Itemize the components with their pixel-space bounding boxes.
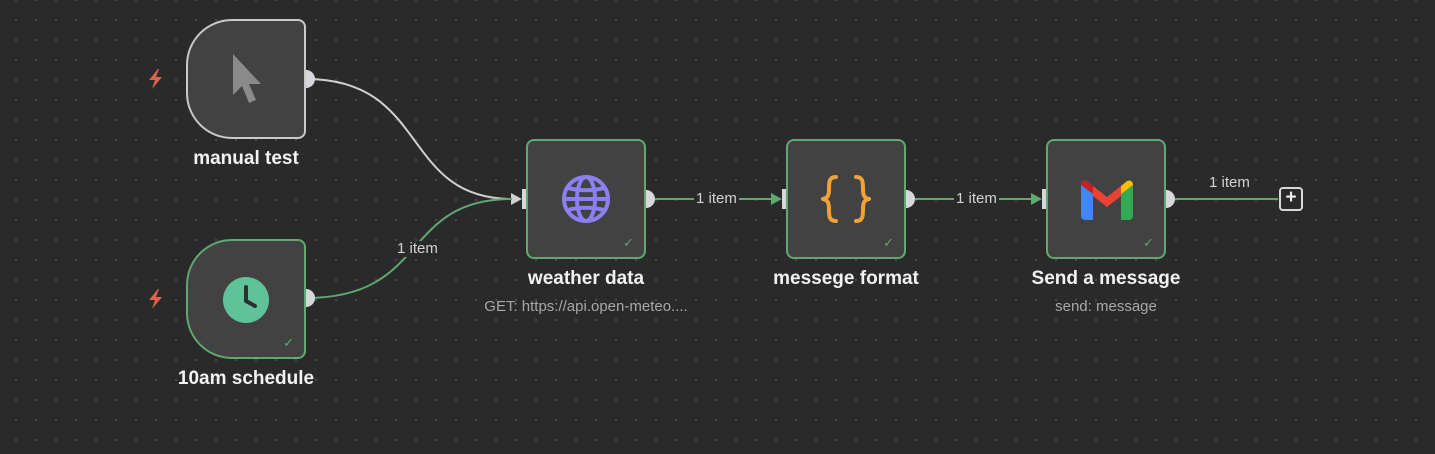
lightning-bolt-icon: [149, 289, 162, 309]
node-label-messege-format: messege format: [773, 268, 919, 289]
node-subtitle-send-a-message: send: message: [1055, 298, 1157, 315]
edge-label-weather-to-format: 1 item: [694, 190, 739, 207]
node-label-manual-test: manual test: [193, 148, 299, 169]
add-node-button[interactable]: +: [1279, 187, 1303, 211]
node-label-10am-schedule: 10am schedule: [177, 368, 315, 389]
node-10am-schedule[interactable]: ✓: [186, 239, 306, 359]
clock-icon: [223, 277, 269, 323]
success-check-icon: ✓: [1143, 235, 1154, 250]
cursor-icon: [233, 54, 261, 103]
connection-manual-to-weather[interactable]: [305, 78, 513, 200]
edge-label-format-to-send: 1 item: [954, 190, 999, 207]
node-label-weather-data: weather data: [527, 268, 645, 289]
node-send-a-message[interactable]: ✓: [1046, 139, 1166, 259]
success-check-icon: ✓: [883, 235, 894, 250]
workflow-canvas[interactable]: manual test ✓ 10am schedule ✓ weather da…: [0, 0, 1435, 454]
braces-icon: [821, 175, 871, 223]
success-check-icon: ✓: [623, 235, 634, 250]
connection-arrow-format: [771, 193, 782, 205]
edge-label-send-output: 1 item: [1209, 174, 1250, 191]
globe-icon: [562, 175, 610, 223]
node-subtitle-weather-data: GET: https://api.open-meteo....: [484, 298, 688, 315]
node-weather-data[interactable]: ✓: [526, 139, 646, 259]
node-label-send-a-message: Send a message: [1031, 268, 1181, 289]
node-manual-test[interactable]: [186, 19, 306, 139]
edge-label-schedule-to-weather: 1 item: [395, 240, 440, 257]
gmail-icon: [1081, 180, 1133, 220]
lightning-bolt-icon: [149, 69, 162, 89]
connection-arrow-send: [1031, 193, 1042, 205]
success-check-icon: ✓: [283, 335, 294, 350]
node-messege-format[interactable]: ✓: [786, 139, 906, 259]
connection-arrow-manual: [511, 193, 522, 205]
